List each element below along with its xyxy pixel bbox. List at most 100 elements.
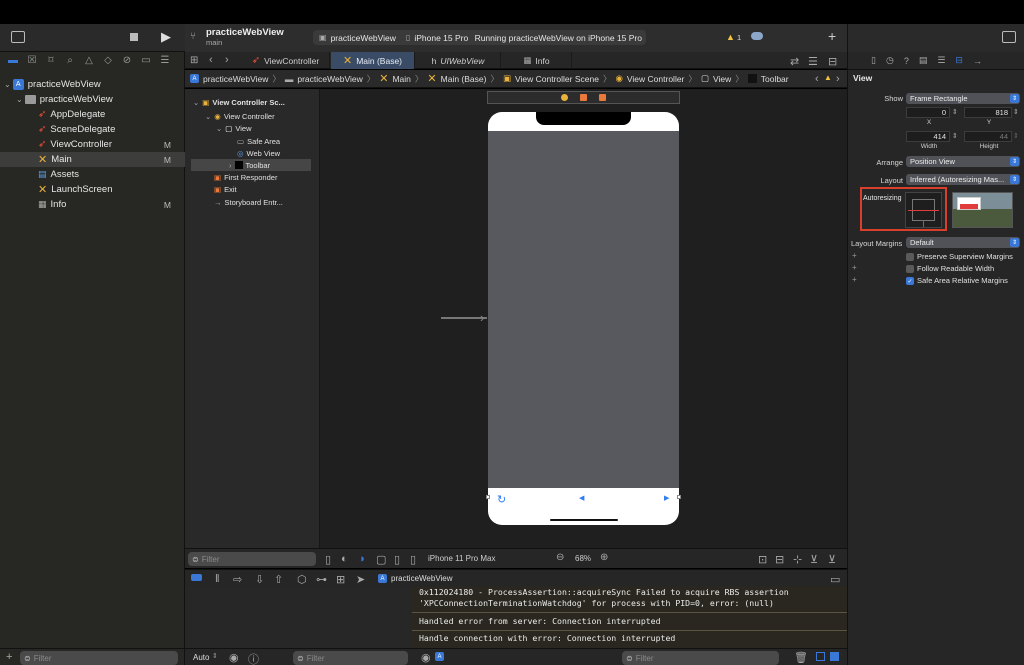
outline-exit[interactable]: ▣ Exit [214,183,237,195]
stepper-icon[interactable]: ⇕ [952,132,958,140]
follow-readable-width-checkbox[interactable] [906,265,914,273]
hide-console-icon[interactable]: ▭ [830,573,840,586]
report-icon[interactable]: ☰ [159,55,171,67]
left-pane-icon[interactable] [816,652,825,661]
navigator-filter-input[interactable]: ⊜ Filter [20,651,178,665]
scheme-selector[interactable]: ▣ practiceWebView ▯ iPhone 15 Pro Runnin… [313,30,646,45]
hide-debug-icon[interactable] [191,574,202,581]
outline-scene[interactable]: ⌄ ▣ View Controller Sc... [193,96,285,108]
tree-item-appdelegate[interactable]: ➶ AppDelegate [0,107,185,122]
add-icon[interactable]: + [6,651,12,663]
outline-view-controller[interactable]: ⌄ ◉ View Controller [205,110,275,122]
issue-icon[interactable]: △ [83,55,95,67]
view-controller-icon[interactable] [561,94,568,101]
pause-icon[interactable]: ‖ [215,573,220,585]
info-icon[interactable]: ⓘ [248,651,259,665]
layout-margins-popup[interactable]: Default ⇕ [906,237,1020,248]
add-variation-icon[interactable]: + [852,275,857,284]
step-in-icon[interactable]: ⇩ [255,573,264,586]
add-constraints-icon[interactable]: ⊹ [793,553,802,566]
x-field[interactable]: 0 [906,107,950,118]
breadcrumb[interactable]: View Controller [627,74,684,84]
variables-view[interactable] [185,586,412,648]
scene-dock[interactable] [487,91,680,104]
outline-filter-input[interactable]: ⊜ Filter [188,552,316,566]
dark-mode-icon[interactable]: ◑ [358,553,365,565]
outline-first-responder[interactable]: ▣ First Responder [214,171,277,183]
y-field[interactable]: 818 [964,107,1012,118]
trash-icon[interactable]: 🗑 [794,651,808,664]
outline-safe-area[interactable]: ▭ Safe Area [237,135,280,147]
identity-icon[interactable]: ▤ [919,55,928,66]
forward-icon[interactable]: › [225,54,229,66]
tree-item-viewcontroller[interactable]: ➶ ViewController M [0,137,185,152]
breadcrumb[interactable]: Main (Base) [441,74,487,84]
resolve-issues-icon[interactable]: ⊻ [810,553,818,566]
tree-item-info[interactable]: ▦ Info M [0,197,185,212]
zoom-in-icon[interactable]: ⊕ [600,552,608,563]
outline-web-view[interactable]: ◎ Web View [237,147,280,159]
tree-item-scenedelegate[interactable]: ➶ SceneDelegate [0,122,185,137]
forward-icon[interactable]: › [836,73,840,85]
app-icon[interactable]: A [435,652,444,661]
step-out-icon[interactable]: ⇧ [274,573,283,586]
align-icon[interactable]: ⊟ [775,553,784,566]
bookmark-icon[interactable]: ⌑ [45,55,57,67]
search-icon[interactable]: ⌕ [64,55,76,67]
preserve-superview-margins-checkbox[interactable] [906,253,914,261]
tree-item-assets[interactable]: ▤ Assets [0,167,185,182]
debug-icon[interactable]: ⊘ [121,55,133,67]
tree-item-folder[interactable]: ⌄ practiceWebView [0,92,185,107]
inspector-toggle-icon[interactable] [1002,31,1016,43]
sidebar-toggle-icon[interactable] [11,31,25,43]
toolbar[interactable]: ↻ ◀ ▶ [488,488,679,525]
console-filter-input[interactable]: ⊜ Filter [622,651,779,665]
split-editor-icon[interactable]: ⊟ [828,55,837,68]
update-frames-icon[interactable]: ⊡ [758,553,767,566]
tab-uiwebview[interactable]: h UIWebView [416,52,501,69]
tab-viewcontroller[interactable]: ➶ ViewController [242,52,330,69]
tree-item-launchscreen[interactable]: ✕ LaunchScreen [0,182,185,197]
breadcrumb[interactable]: practiceWebView [297,74,362,84]
environment-icon[interactable]: ⊞ [336,573,345,586]
outline-storyboard-entry[interactable]: → Storyboard Entr... [214,196,283,208]
height-field[interactable]: 44 [964,131,1012,142]
warning-icon[interactable]: ▲ [726,32,735,42]
stop-icon[interactable] [130,33,138,41]
history-icon[interactable]: ◷ [886,55,894,66]
iphone-frame[interactable]: ↻ ◀ ▶ [488,112,679,525]
breadcrumb[interactable]: practiceWebView [203,74,268,84]
add-variation-icon[interactable]: + [852,251,857,260]
test-icon[interactable]: ◇ [102,55,114,67]
file-icon[interactable]: ▯ [871,55,876,66]
help-icon[interactable]: ? [904,56,909,66]
forward-icon[interactable]: ▶ [664,494,669,502]
refresh-icon[interactable]: ↻ [497,493,506,506]
eye-icon[interactable]: ◉ [421,651,431,664]
breadcrumb[interactable]: View Controller Scene [515,74,599,84]
tab-main[interactable]: ✕ Main (Base) [331,52,415,69]
appearance-icon[interactable]: ◐ [341,553,348,565]
attributes-icon[interactable]: ☰ [937,55,945,66]
cloud-icon[interactable] [751,32,763,40]
stepper-icon[interactable]: ⇕ [952,108,958,116]
right-pane-icon[interactable] [830,652,839,661]
variables-filter-input[interactable]: ⊜ Filter [293,651,408,665]
outline-toolbar[interactable]: › Toolbar [191,159,311,171]
step-over-icon[interactable]: ⇨ [233,573,242,586]
device-config-label[interactable]: iPhone 11 Pro Max [428,554,495,563]
layout-popup[interactable]: Inferred (Autoresizing Mas... ⇕ [906,174,1020,185]
outline-view[interactable]: ⌄ ▢ View [216,122,252,134]
grid-icon[interactable]: ⊞ [190,55,198,66]
add-icon[interactable]: + [828,28,836,44]
orientation-icon[interactable]: ▢ [376,553,386,566]
location-icon[interactable]: ➤ [356,573,365,586]
first-responder-icon[interactable] [580,94,587,101]
stepper-icon[interactable]: ⇕ [1013,108,1019,116]
connections-icon[interactable]: → [973,56,982,66]
width-field[interactable]: 414 [906,131,950,142]
autoresizing-control[interactable] [905,192,942,228]
flexible-width-indicator[interactable] [908,210,939,211]
view-hierarchy-icon[interactable]: ⬡ [297,573,307,586]
safe-area-relative-margins-checkbox[interactable]: ✓ [906,277,914,285]
